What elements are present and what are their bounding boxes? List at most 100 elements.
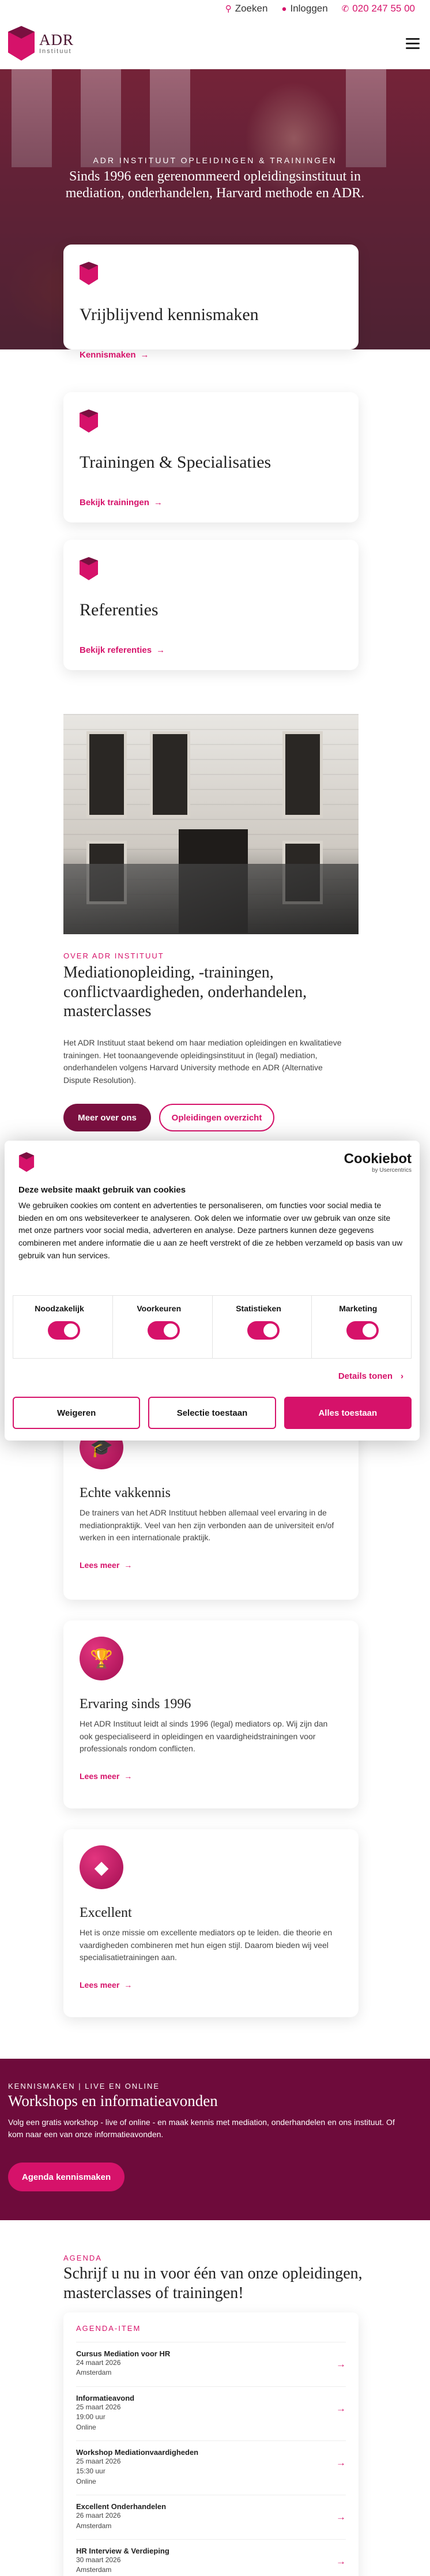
card-referenties: Referenties Bekijk referenties → (63, 540, 359, 670)
agenda-item-date: 24 maart 2026 (76, 2359, 121, 2367)
toggle-switch[interactable] (247, 1321, 280, 1340)
search-label: Zoeken (235, 3, 268, 14)
feature-text: Het ADR Instituut leidt al sinds 1996 (l… (80, 1719, 328, 1754)
agenda-item-title: Workshop Mediationvaardigheden (76, 2447, 199, 2457)
phone-link[interactable]: ✆ 020 247 55 00 (342, 3, 415, 14)
trophy-icon: 🏆 (80, 1637, 123, 1680)
trainingen-link[interactable]: Bekijk trainingen → (80, 498, 163, 507)
site-header: ADR Instituut (0, 17, 430, 69)
arrow-right-icon: → (124, 1980, 133, 1990)
agenda-item-title: HR Interview & Verdieping (76, 2546, 169, 2555)
login-label: Inloggen (290, 3, 328, 14)
agenda-item-title: Cursus Mediation voor HR (76, 2349, 171, 2358)
card-kennismaken: Vrijblijvend kennismaken Kennismaken → (63, 245, 359, 360)
lock-icon: ● (281, 3, 287, 14)
shield-icon (80, 262, 98, 285)
agenda-item-title: Excellent Onderhandelen (76, 2502, 167, 2511)
arrow-right-icon: → (336, 2402, 346, 2414)
feature-text: Het is onze missie om excellente mediato… (80, 1928, 333, 1962)
agenda-item-place: Online (76, 2423, 96, 2431)
arrow-right-icon: → (153, 498, 163, 507)
about-button[interactable]: Meer over ons (63, 1104, 151, 1131)
agenda-list: AGENDA-ITEM Cursus Mediation voor HR 24 … (63, 2312, 359, 2576)
login-link[interactable]: ● Inloggen (281, 3, 327, 14)
card-title: Trainingen & Specialisaties (80, 453, 271, 472)
diamond-icon: ◆ (80, 1845, 123, 1889)
agenda-item[interactable]: Excellent Onderhandelen 26 maart 2026 Am… (76, 2495, 346, 2539)
toggle-switch[interactable] (346, 1321, 379, 1340)
details-label: Details tonen (338, 1371, 393, 1381)
agenda-item-place: Online (76, 2477, 96, 2485)
agenda-item-place: Amsterdam (76, 2521, 112, 2530)
link-label: Kennismaken (80, 350, 136, 360)
arrow-right-icon: → (336, 2359, 346, 2370)
agenda-title: Schrijf u nu in voor één van onze opleid… (63, 2265, 363, 2303)
search-icon: ⚲ (225, 4, 232, 14)
arrow-right-icon: → (156, 645, 165, 655)
agenda-list-header: AGENDA-ITEM (76, 2324, 141, 2333)
agenda-item[interactable]: Workshop Mediationvaardigheden 25 maart … (76, 2440, 346, 2495)
allow-all-button[interactable]: Alles toestaan (284, 1397, 412, 1429)
card-title: Vrijblijvend kennismaken (80, 305, 259, 324)
agenda-item-time: 15:30 uur (76, 2467, 105, 2476)
cookie-banner: Cookiebot by Usercentrics Deze website m… (5, 1141, 420, 1441)
referenties-link[interactable]: Bekijk referenties → (80, 645, 165, 655)
arrow-right-icon: → (124, 1772, 133, 1781)
agenda-item-date: 26 maart 2026 (76, 2511, 121, 2520)
toggle-label: Marketing (339, 1304, 378, 1313)
agenda-item-date: 30 maart 2026 (76, 2555, 121, 2564)
logo-shield-icon (8, 26, 35, 61)
agenda-item[interactable]: HR Interview & Verdieping 30 maart 2026 … (76, 2539, 346, 2576)
menu-icon[interactable] (406, 37, 420, 49)
site-logo[interactable]: ADR Instituut (8, 26, 74, 61)
cookie-buttons: Weigeren Selectie toestaan Alles toestaa… (13, 1397, 412, 1429)
agenda-item-date: 25 maart 2026 (76, 2402, 121, 2411)
toggle-marketing: Marketing (312, 1296, 411, 1358)
link-label: Lees meer (80, 1560, 120, 1570)
agenda-item[interactable]: Cursus Mediation voor HR 24 maart 2026 A… (76, 2342, 346, 2386)
toggle-statistics: Statistieken (213, 1296, 312, 1358)
shield-icon (80, 409, 98, 433)
hero-kicker: ADR INSTITUUT OPLEIDINGEN & TRAININGEN (93, 156, 337, 165)
agenda-kennismaken-button[interactable]: Agenda kennismaken (8, 2163, 125, 2191)
hero-title: Sinds 1996 een gerenommeerd opleidingsin… (65, 169, 365, 201)
toggle-label: Noodzakelijk (35, 1304, 84, 1313)
feature-title: Echte vakkennis (80, 1486, 171, 1501)
building-photo (63, 714, 359, 934)
logo-sub: Instituut (39, 47, 72, 55)
toggle-preferences: Voorkeuren (113, 1296, 213, 1358)
read-more-link[interactable]: Lees meer → (80, 1560, 132, 1570)
phone-number: 020 247 55 00 (352, 3, 415, 14)
deny-button[interactable]: Weigeren (13, 1397, 141, 1429)
read-more-link[interactable]: Lees meer → (80, 1980, 132, 1990)
card-trainingen: Trainingen & Specialisaties Bekijk train… (63, 392, 359, 522)
cookie-toggles: Noodzakelijk Voorkeuren Statistieken Mar… (13, 1295, 412, 1359)
arrow-right-icon: → (336, 2555, 346, 2567)
feature-title: Ervaring sinds 1996 (80, 1697, 191, 1712)
cookiebot-name: Cookiebot (344, 1151, 412, 1167)
workshops-text: Volg een gratis workshop - live of onlin… (8, 2118, 395, 2139)
about-title: Mediationopleiding, -trainingen, conflic… (63, 964, 307, 1021)
logo-shield-icon (18, 1152, 35, 1172)
toggle-switch[interactable] (147, 1321, 180, 1340)
courses-overview-button[interactable]: Opleidingen overzicht (159, 1104, 274, 1131)
phone-icon: ✆ (341, 4, 349, 14)
toggle-switch[interactable] (48, 1321, 80, 1340)
card-title: Referenties (80, 600, 159, 619)
search-link[interactable]: ⚲ Zoeken (225, 3, 268, 14)
feature-title: Excellent (80, 1905, 132, 1920)
allow-selection-button[interactable]: Selectie toestaan (148, 1397, 276, 1429)
logo-name: ADR (39, 31, 74, 48)
about-kicker: OVER ADR INSTITUUT (63, 952, 164, 960)
cookie-title: Deze website maakt gebruik van cookies (18, 1185, 186, 1195)
cookie-text: We gebruiken cookies om content en adver… (18, 1201, 403, 1260)
agenda-item[interactable]: Informatieavond 25 maart 2026 19:00 uur … (76, 2386, 346, 2440)
link-label: Lees meer (80, 1980, 120, 1990)
shield-icon (80, 557, 98, 580)
kennismaken-link[interactable]: Kennismaken → (80, 350, 149, 360)
feature-card-excellent: ◆ Excellent Het is onze missie om excell… (63, 1829, 359, 2017)
feature-text: De trainers van het ADR Instituut hebben… (80, 1508, 334, 1543)
details-toggle[interactable]: Details tonen › (338, 1371, 403, 1381)
read-more-link[interactable]: Lees meer → (80, 1772, 132, 1781)
toggle-label: Voorkeuren (137, 1304, 182, 1313)
